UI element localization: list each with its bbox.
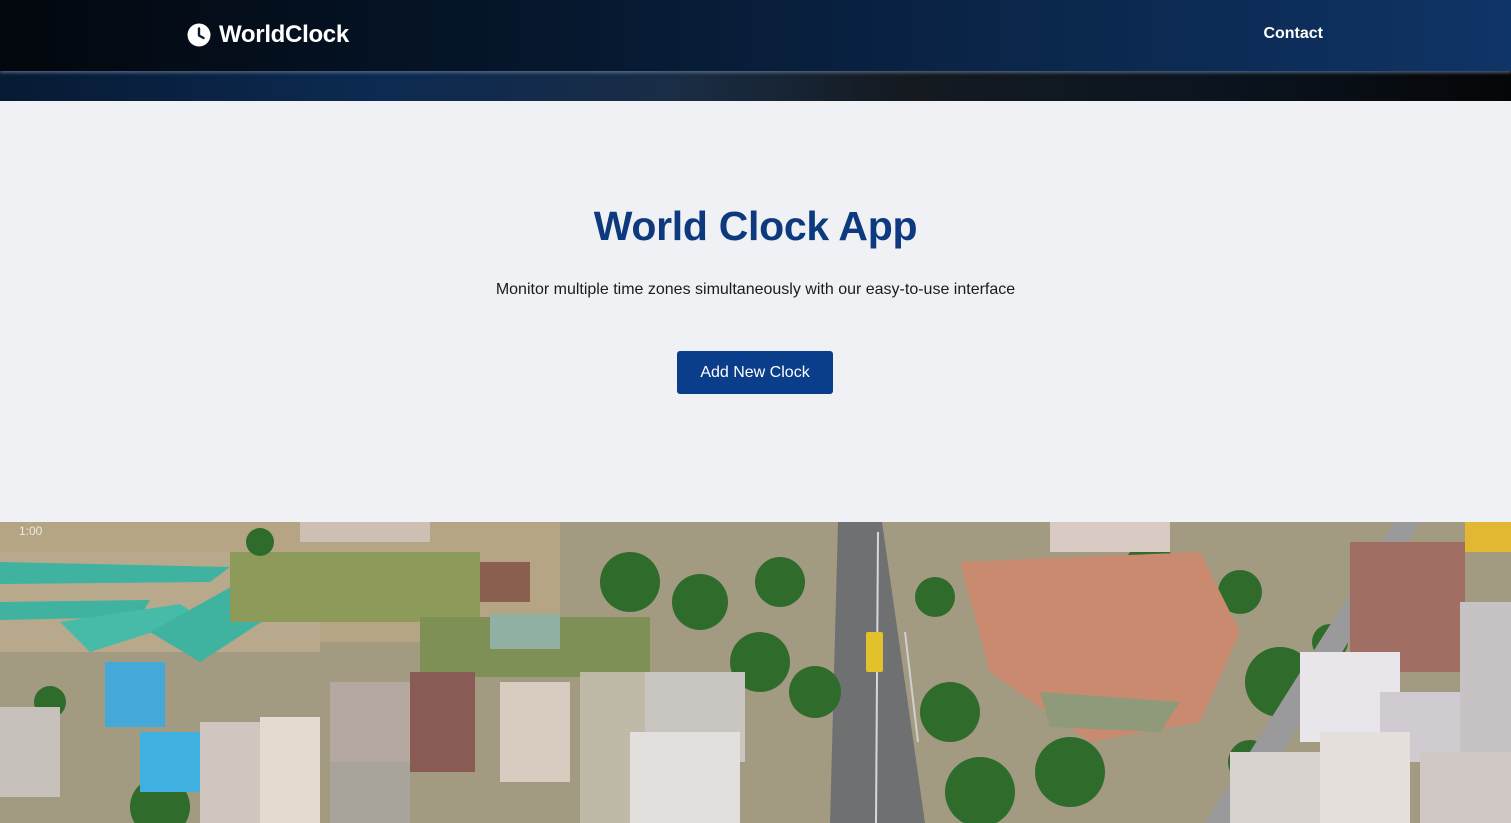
nav-contact-link[interactable]: Contact: [1263, 25, 1323, 43]
video-background-top: [0, 71, 1511, 101]
hero-subtitle: Monitor multiple time zones simultaneous…: [495, 281, 1016, 298]
top-navbar: WorldClock Contact: [0, 0, 1511, 71]
hero-section: World Clock App Monitor multiple time zo…: [0, 101, 1511, 522]
aerial-city-image: [0, 522, 1511, 823]
add-new-clock-button[interactable]: Add New Clock: [677, 351, 833, 394]
aerial-video-background: [0, 522, 1511, 823]
hero-title: World Clock App: [593, 203, 918, 249]
video-timestamp: 1:00: [19, 524, 43, 538]
brand-logo-link[interactable]: WorldClock: [187, 20, 349, 50]
brand-name: WorldClock: [219, 21, 349, 48]
clock-icon: [187, 23, 211, 47]
